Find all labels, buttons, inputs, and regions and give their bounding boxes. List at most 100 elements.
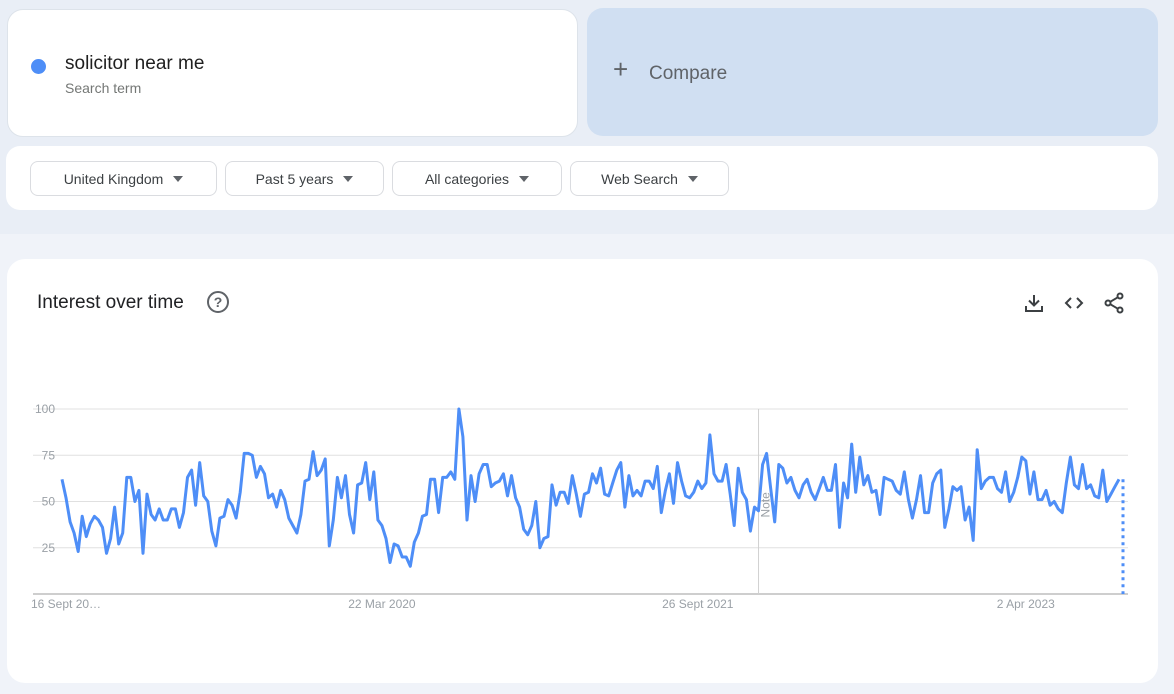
data-point <box>765 451 769 455</box>
data-point <box>485 463 489 467</box>
data-point <box>202 494 206 498</box>
data-point <box>757 509 761 513</box>
data-point <box>177 525 181 529</box>
data-point <box>1085 487 1089 491</box>
y-tick-label: 50 <box>42 495 56 509</box>
data-point <box>696 479 700 483</box>
data-point <box>165 518 169 522</box>
data-point <box>1068 455 1072 459</box>
data-point <box>254 475 258 479</box>
data-point <box>975 448 979 452</box>
data-point <box>1048 503 1052 507</box>
data-point <box>307 477 311 481</box>
data-point <box>327 544 331 548</box>
data-point <box>157 507 161 511</box>
data-point <box>169 507 173 511</box>
data-point <box>724 463 728 467</box>
data-point <box>1004 470 1008 474</box>
data-point <box>469 474 473 478</box>
data-point <box>744 498 748 502</box>
data-point <box>878 512 882 516</box>
data-point <box>1121 477 1125 481</box>
data-point <box>408 564 412 568</box>
data-point <box>574 492 578 496</box>
x-tick-label: 2 Apr 2023 <box>997 597 1055 611</box>
data-point <box>473 500 477 504</box>
data-point <box>558 490 562 494</box>
data-point <box>951 485 955 489</box>
data-point <box>736 466 740 470</box>
data-point <box>1032 470 1036 474</box>
data-point <box>206 500 210 504</box>
data-point <box>198 461 202 465</box>
data-point <box>825 488 829 492</box>
data-point <box>323 457 327 461</box>
data-point <box>927 511 931 515</box>
data-point <box>400 555 404 559</box>
data-point <box>315 474 319 478</box>
data-point <box>311 450 315 454</box>
data-point <box>295 531 299 535</box>
data-point <box>1076 487 1080 491</box>
data-point <box>1081 463 1085 467</box>
data-point <box>380 524 384 528</box>
data-point <box>105 551 109 555</box>
data-point <box>420 514 424 518</box>
data-point <box>959 485 963 489</box>
data-point <box>882 475 886 479</box>
data-point <box>100 525 104 529</box>
data-point <box>846 496 850 500</box>
data-point <box>983 479 987 483</box>
data-point <box>1016 475 1020 479</box>
data-point <box>842 481 846 485</box>
data-point <box>923 511 927 515</box>
data-point <box>153 518 157 522</box>
data-point <box>214 544 218 548</box>
interest-line-chart[interactable]: 25 50 75 100 16 Sept 20… 22 Mar 2020 26 Sept … <box>0 0 1174 694</box>
data-point <box>477 472 481 476</box>
data-point <box>1028 492 1032 496</box>
data-point <box>505 494 509 498</box>
data-point <box>712 472 716 476</box>
x-tick-label: 26 Sept 2021 <box>662 597 734 611</box>
data-point <box>1036 498 1040 502</box>
data-point <box>518 505 522 509</box>
data-point <box>96 518 100 522</box>
data-point <box>267 496 271 500</box>
data-point <box>76 549 80 553</box>
data-point <box>1040 498 1044 502</box>
data-point <box>684 494 688 498</box>
data-point <box>481 463 485 467</box>
data-point <box>299 512 303 516</box>
data-point <box>161 518 165 522</box>
data-point <box>748 529 752 533</box>
data-point <box>1052 500 1056 504</box>
data-point <box>910 516 914 520</box>
data-point <box>1064 481 1068 485</box>
data-point <box>1056 507 1060 511</box>
data-point <box>121 531 125 535</box>
data-point <box>429 477 433 481</box>
data-point <box>348 512 352 516</box>
data-point <box>591 472 595 476</box>
data-point <box>801 483 805 487</box>
data-point <box>943 525 947 529</box>
data-point <box>623 505 627 509</box>
data-point <box>647 479 651 483</box>
data-point <box>113 505 117 509</box>
data-point <box>914 498 918 502</box>
data-point <box>376 518 380 522</box>
data-point <box>145 492 149 496</box>
data-point <box>720 479 724 483</box>
data-point <box>919 474 923 478</box>
data-point <box>627 474 631 478</box>
data-point <box>963 518 967 522</box>
data-point <box>1012 490 1016 494</box>
data-point <box>615 468 619 472</box>
data-point <box>384 537 388 541</box>
data-point <box>619 461 623 465</box>
data-point <box>424 512 428 516</box>
data-point <box>967 505 971 509</box>
data-point <box>554 503 558 507</box>
data-point <box>457 407 461 411</box>
